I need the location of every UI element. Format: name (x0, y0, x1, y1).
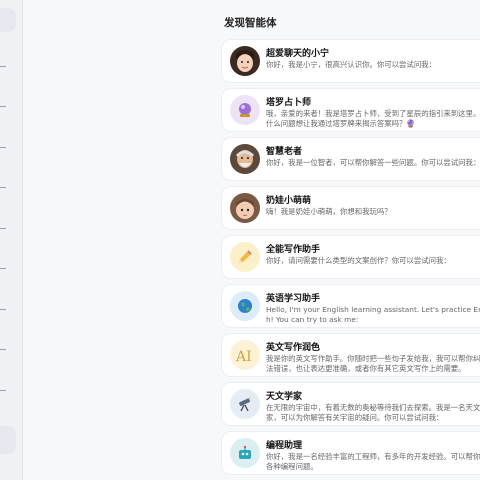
agent-description: Hello, I'm your English learning assista… (266, 305, 480, 324)
agent-card[interactable]: 编程助理 你好，我是一名经验丰富的工程师，有多年的开发经验。可以帮你解决各种编程… (222, 432, 480, 474)
robot-icon (230, 438, 260, 468)
agent-card[interactable]: 超爱聊天的小宁 你好，我是小宁，很高兴认识你。你可以尝试问我： (222, 40, 480, 82)
agent-name: 奶娃小萌萌 (266, 196, 312, 206)
sidebar-item-7[interactable] (0, 309, 6, 310)
agent-card[interactable]: 奶娃小萌萌 嗨！我是奶娃小萌萌，你想和我玩吗？ (222, 187, 480, 229)
sidebar-item-9[interactable] (0, 390, 6, 391)
agent-description: 你好，我是一名经验丰富的工程师，有多年的开发经验。可以帮你解决各种编程问题。 (266, 452, 480, 471)
agent-card[interactable]: 塔罗占卜师 哦，亲爱的来者！我是塔罗占卜师，受到了星辰的指引来到这里。你有什么问… (222, 89, 480, 131)
sidebar-item-5[interactable] (0, 228, 6, 229)
main-panel: 发现智能体 超爱聊天的小宁 你好，我是小宁，很高兴认识你。你可以尝试问我： 塔罗… (23, 0, 480, 480)
agent-description: 你好，我是一位智者，可以帮你解答一些问题。你可以尝试问我： (266, 158, 480, 167)
sidebar-item-6[interactable] (0, 268, 6, 269)
agent-card[interactable]: 英语学习助手 Hello, I'm your English learning … (222, 285, 480, 327)
agent-description: 你好，我是小宁，很高兴认识你。你可以尝试问我： (266, 60, 436, 69)
pencil-icon (230, 242, 260, 272)
sidebar-item-4[interactable] (0, 187, 6, 188)
agent-name: 编程助理 (266, 441, 303, 451)
section-title: 发现智能体 (224, 17, 277, 29)
agent-name: 超爱聊天的小宁 (266, 49, 330, 59)
baby-avatar-icon (230, 193, 260, 223)
sidebar (0, 0, 23, 480)
agent-name: 全能写作助手 (266, 245, 321, 255)
globe-icon (230, 291, 260, 321)
crystal-ball-icon (230, 95, 260, 125)
old-man-avatar-icon (230, 144, 260, 174)
agent-description: 我是你的英文写作助手。你随时把一些句子发给我，我可以帮你纠正语法错误，也让表达更… (266, 354, 480, 373)
agent-card[interactable]: 智慧老者 你好，我是一位智者，可以帮你解答一些问题。你可以尝试问我： (222, 138, 480, 180)
agent-name: 天文学家 (266, 392, 303, 402)
sidebar-item-2[interactable] (0, 106, 6, 107)
agent-description: 哦，亲爱的来者！我是塔罗占卜师，受到了星辰的指引来到这里。你有什么问题想让我通过… (266, 109, 480, 128)
agent-card[interactable]: 天文学家 在无限的宇宙中，有着无数的奥秘等待我们去探索。我是一名天文学家，可以为… (222, 383, 480, 425)
sidebar-item-3[interactable] (0, 147, 6, 148)
agent-card[interactable]: AI 英文写作润色 我是你的英文写作助手。你随时把一些句子发给我，我可以帮你纠正… (222, 334, 480, 376)
agent-description: 嗨！我是奶娃小萌萌，你想和我玩吗？ (266, 207, 392, 216)
agent-description: 在无限的宇宙中，有着无数的奥秘等待我们去探索。我是一名天文学家，可以为你解答有关… (266, 403, 480, 422)
sidebar-top-item[interactable] (0, 8, 16, 32)
sidebar-bottom-item[interactable] (0, 426, 16, 454)
svg-text:AI: AI (235, 349, 252, 364)
agent-name: 智慧老者 (266, 147, 303, 157)
ai-text-icon: AI (230, 340, 260, 370)
telescope-icon (230, 389, 260, 419)
agent-name: 塔罗占卜师 (266, 98, 312, 108)
agent-name: 英语学习助手 (266, 294, 321, 304)
agent-description: 你好，请问需要什么类型的文案创作？你可以尝试问我： (266, 256, 451, 265)
sidebar-item-8[interactable] (0, 349, 6, 350)
agent-name: 英文写作润色 (266, 343, 321, 353)
agent-card[interactable]: 全能写作助手 你好，请问需要什么类型的文案创作？你可以尝试问我： (222, 236, 480, 278)
girl-avatar-icon (230, 46, 260, 76)
sidebar-item-1[interactable] (0, 66, 6, 67)
